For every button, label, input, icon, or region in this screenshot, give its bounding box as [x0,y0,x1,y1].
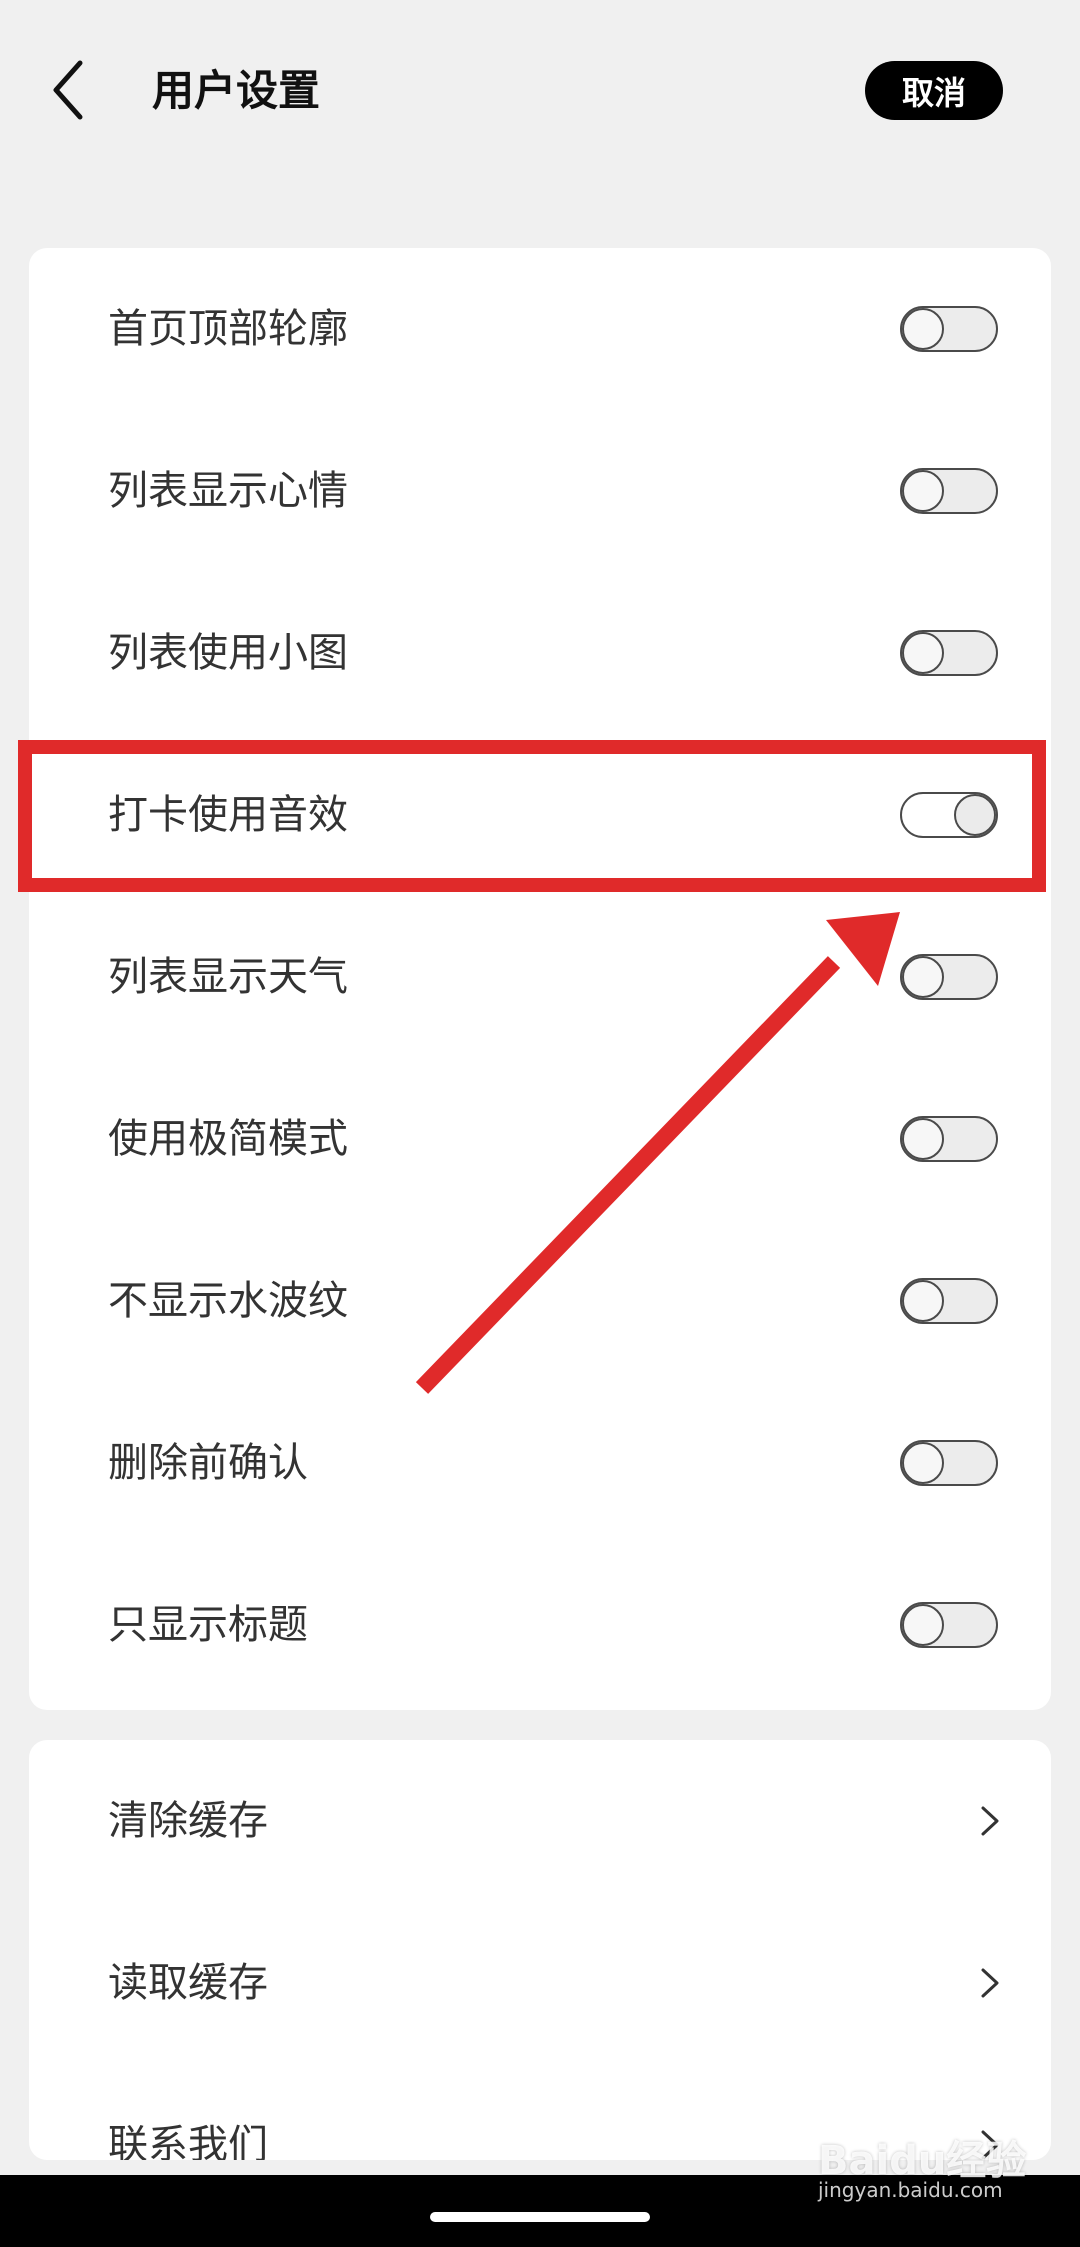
toggle-knob [902,632,944,674]
system-navigation-bar [0,2175,1080,2247]
setting-row-hide-ripple: 不显示水波纹 [29,1220,1051,1382]
toggle-knob [902,1118,944,1160]
setting-row-show-mood: 列表显示心情 [29,410,1051,572]
show-mood-toggle[interactable] [900,468,998,514]
setting-label: 打卡使用音效 [108,792,348,838]
checkin-sound-toggle[interactable] [900,792,998,838]
toggle-settings-card: 首页顶部轮廓 列表显示心情 列表使用小图 打卡使用音效 列表显示天气 使用极简模… [29,248,1051,1710]
hide-ripple-toggle[interactable] [900,1278,998,1324]
clear-cache-row[interactable]: 清除缓存 [29,1740,1051,1902]
toggle-knob [902,956,944,998]
setting-label: 删除前确认 [108,1440,308,1486]
setting-label: 列表显示天气 [108,954,348,1000]
toggle-knob [902,308,944,350]
setting-label: 首页顶部轮廓 [108,306,348,352]
chevron-right-icon [981,2130,999,2160]
confirm-delete-toggle[interactable] [900,1440,998,1486]
chevron-right-icon [981,1806,999,1836]
contact-us-row[interactable]: 联系我们 [29,2064,1051,2160]
setting-row-checkin-sound: 打卡使用音效 [29,734,1051,896]
setting-row-confirm-delete: 删除前确认 [29,1382,1051,1544]
toggle-knob [902,470,944,512]
setting-label: 读取缓存 [108,1960,268,2006]
toggle-knob [954,794,996,836]
setting-label: 不显示水波纹 [108,1278,348,1324]
small-images-toggle[interactable] [900,630,998,676]
setting-label: 列表使用小图 [108,630,348,676]
setting-label: 列表显示心情 [108,468,348,514]
action-settings-card: 清除缓存 读取缓存 联系我们 [29,1740,1051,2160]
toggle-knob [902,1604,944,1646]
cancel-button[interactable]: 取消 [865,61,1003,120]
setting-label: 清除缓存 [108,1798,268,1844]
back-button[interactable] [40,55,100,125]
home-indicator[interactable] [430,2212,650,2222]
toggle-knob [902,1442,944,1484]
home-outline-toggle[interactable] [900,306,998,352]
setting-row-home-outline: 首页顶部轮廓 [29,248,1051,410]
show-weather-toggle[interactable] [900,954,998,1000]
setting-row-show-weather: 列表显示天气 [29,896,1051,1058]
title-only-toggle[interactable] [900,1602,998,1648]
minimal-mode-toggle[interactable] [900,1116,998,1162]
toggle-knob [902,1280,944,1322]
chevron-left-icon [53,60,83,120]
top-bar: 用户设置 取消 [0,0,1080,185]
page-title: 用户设置 [152,66,321,115]
load-cache-row[interactable]: 读取缓存 [29,1902,1051,2064]
chevron-right-icon [981,1968,999,1998]
setting-label: 联系我们 [108,2122,268,2160]
setting-label: 使用极简模式 [108,1116,348,1162]
setting-row-minimal-mode: 使用极简模式 [29,1058,1051,1220]
setting-label: 只显示标题 [108,1602,308,1648]
setting-row-title-only: 只显示标题 [29,1544,1051,1706]
setting-row-small-images: 列表使用小图 [29,572,1051,734]
